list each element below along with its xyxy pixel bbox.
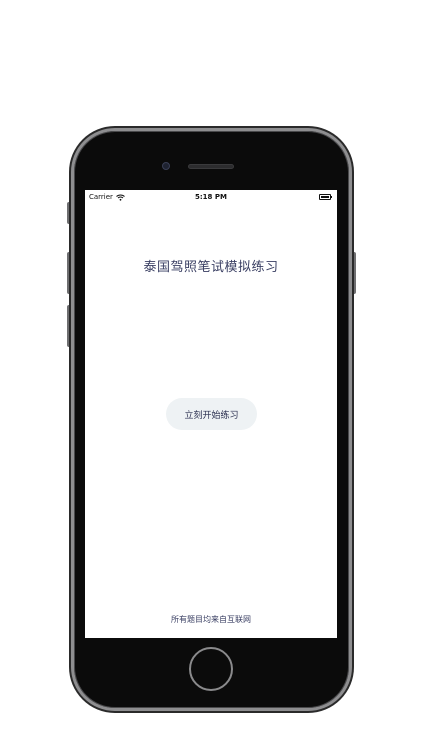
phone-screen: Carrier 5:18 PM 泰国驾照笔试模拟练习 立刻开始练习 所有题目均来… (85, 190, 337, 638)
earpiece-speaker (188, 164, 234, 169)
status-bar: Carrier 5:18 PM (85, 190, 337, 204)
simulator-canvas: Carrier 5:18 PM 泰国驾照笔试模拟练习 立刻开始练习 所有题目均来… (0, 0, 422, 750)
battery-full-icon (319, 194, 333, 200)
home-button[interactable] (189, 647, 233, 691)
start-practice-button[interactable]: 立刻开始练习 (166, 398, 257, 430)
page-title: 泰国驾照笔试模拟练习 (143, 260, 279, 275)
power-button (352, 252, 356, 294)
front-camera-icon (162, 162, 170, 170)
footer-disclaimer: 所有题目均来自互联网 (171, 615, 251, 624)
status-time: 5:18 PM (195, 193, 227, 201)
